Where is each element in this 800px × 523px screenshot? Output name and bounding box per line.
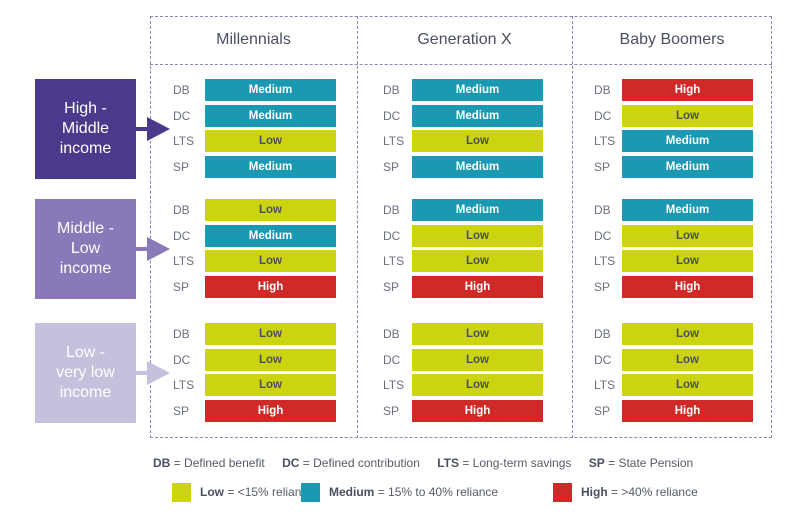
row-label-lts: LTS: [383, 254, 405, 268]
row-label-db: DB: [383, 203, 400, 217]
row-label-lts: LTS: [594, 378, 616, 392]
row-label-db: DB: [383, 327, 400, 341]
row-label-dc: DC: [383, 352, 401, 367]
row-label-lts: LTS: [173, 254, 195, 268]
legend-high: High = >40% reliance: [581, 485, 698, 499]
income-group-label: Middle - Low income: [57, 220, 114, 277]
legend-swatch-medium: [301, 483, 320, 502]
row-label-sp: SP: [383, 159, 400, 174]
reliance-cell: High: [622, 79, 753, 101]
reliance-cell: High: [412, 399, 543, 422]
row-label-sp: SP: [383, 403, 400, 418]
reliance-cell: Low: [412, 374, 543, 396]
row-label-sp: SP: [594, 279, 611, 294]
reliance-cell: High: [205, 275, 336, 298]
reliance-cell: Medium: [412, 199, 543, 221]
row-label-db: DB: [594, 203, 611, 217]
income-group-box: High - Middle income: [35, 79, 136, 179]
column-divider: [572, 16, 573, 438]
column-header-baby-boomers: Baby Boomers: [619, 31, 725, 48]
reliance-cell: Low: [412, 348, 543, 371]
column-header-millennials: Millennials: [216, 31, 291, 48]
reliance-cell: Low: [622, 323, 753, 345]
reliance-cell: Medium: [622, 130, 753, 152]
row-label-sp: SP: [594, 159, 611, 174]
row-label-dc: DC: [173, 108, 191, 123]
row-label-sp: SP: [173, 403, 190, 418]
row-label-db: DB: [594, 327, 611, 341]
row-label-db: DB: [173, 203, 190, 217]
header-divider: [150, 64, 772, 65]
row-label-dc: DC: [594, 352, 612, 367]
row-label-sp: SP: [594, 403, 611, 418]
reliance-cell: Low: [412, 224, 543, 247]
reliance-cell: Medium: [205, 224, 336, 247]
reliance-cell: Low: [412, 130, 543, 152]
reliance-cell: Low: [205, 323, 336, 345]
arrow-right-icon: [136, 361, 170, 385]
reliance-cell: High: [622, 275, 753, 298]
row-label-lts: LTS: [594, 134, 616, 148]
reliance-cell: Low: [205, 199, 336, 221]
column-header-generation-x: Generation X: [417, 31, 512, 48]
row-label-db: DB: [594, 83, 611, 97]
row-label-db: DB: [383, 83, 400, 97]
legend-lts: LTS = Long-term savings: [437, 456, 572, 470]
row-label-dc: DC: [383, 228, 401, 243]
reliance-cell: Low: [622, 224, 753, 247]
reliance-cell: Low: [412, 250, 543, 272]
income-group-box: Low - very low income: [35, 323, 136, 423]
legend-low: Low = <15% reliance: [200, 485, 315, 499]
reliance-cell: Medium: [412, 155, 543, 178]
legend-swatch-high: [553, 483, 572, 502]
reliance-cell: Medium: [205, 104, 336, 127]
arrow-right-icon: [136, 117, 170, 141]
abbreviation-legend: DB = Defined benefit DC = Defined contri…: [153, 456, 693, 470]
reliance-cell: Low: [622, 250, 753, 272]
row-label-db: DB: [173, 327, 190, 341]
reliance-cell: Low: [622, 374, 753, 396]
reliance-cell: Low: [205, 348, 336, 371]
reliance-cell: Low: [205, 130, 336, 152]
reliance-cell: Low: [205, 250, 336, 272]
reliance-cell: High: [622, 399, 753, 422]
row-label-lts: LTS: [173, 134, 195, 148]
legend-dc: DC = Defined contribution: [282, 456, 420, 470]
row-label-sp: SP: [173, 279, 190, 294]
legend-medium: Medium = 15% to 40% reliance: [329, 485, 499, 499]
row-label-lts: LTS: [383, 378, 405, 392]
reliance-cell: Medium: [205, 79, 336, 101]
row-label-dc: DC: [173, 228, 191, 243]
reliance-cell: Low: [412, 323, 543, 345]
row-label-db: DB: [173, 83, 190, 97]
row-label-dc: DC: [173, 352, 191, 367]
row-label-dc: DC: [594, 108, 612, 123]
reliance-cell: Medium: [412, 79, 543, 101]
legend-db: DB = Defined benefit: [153, 456, 265, 470]
income-group-label: Low - very low income: [56, 344, 115, 401]
reliance-cell: Low: [622, 104, 753, 127]
row-label-lts: LTS: [383, 134, 405, 148]
income-group-box: Middle - Low income: [35, 199, 136, 299]
row-label-dc: DC: [383, 108, 401, 123]
reliance-cell: Medium: [412, 104, 543, 127]
reliance-cell: Medium: [205, 155, 336, 178]
row-label-dc: DC: [594, 228, 612, 243]
legend-swatch-low: [172, 483, 191, 502]
row-label-lts: LTS: [594, 254, 616, 268]
legend-sp: SP = State Pension: [588, 456, 694, 470]
reliance-cell: Medium: [622, 199, 753, 221]
income-group-label: High - Middle income: [59, 100, 112, 157]
reliance-cell: High: [205, 399, 336, 422]
arrow-right-icon: [136, 237, 170, 261]
reliance-cell: Low: [622, 348, 753, 371]
row-label-sp: SP: [173, 159, 190, 174]
column-divider: [357, 16, 358, 438]
row-label-sp: SP: [383, 279, 400, 294]
reliance-cell: High: [412, 275, 543, 298]
reliance-cell: Medium: [622, 155, 753, 178]
reliance-cell: Low: [205, 374, 336, 396]
row-label-lts: LTS: [173, 378, 195, 392]
